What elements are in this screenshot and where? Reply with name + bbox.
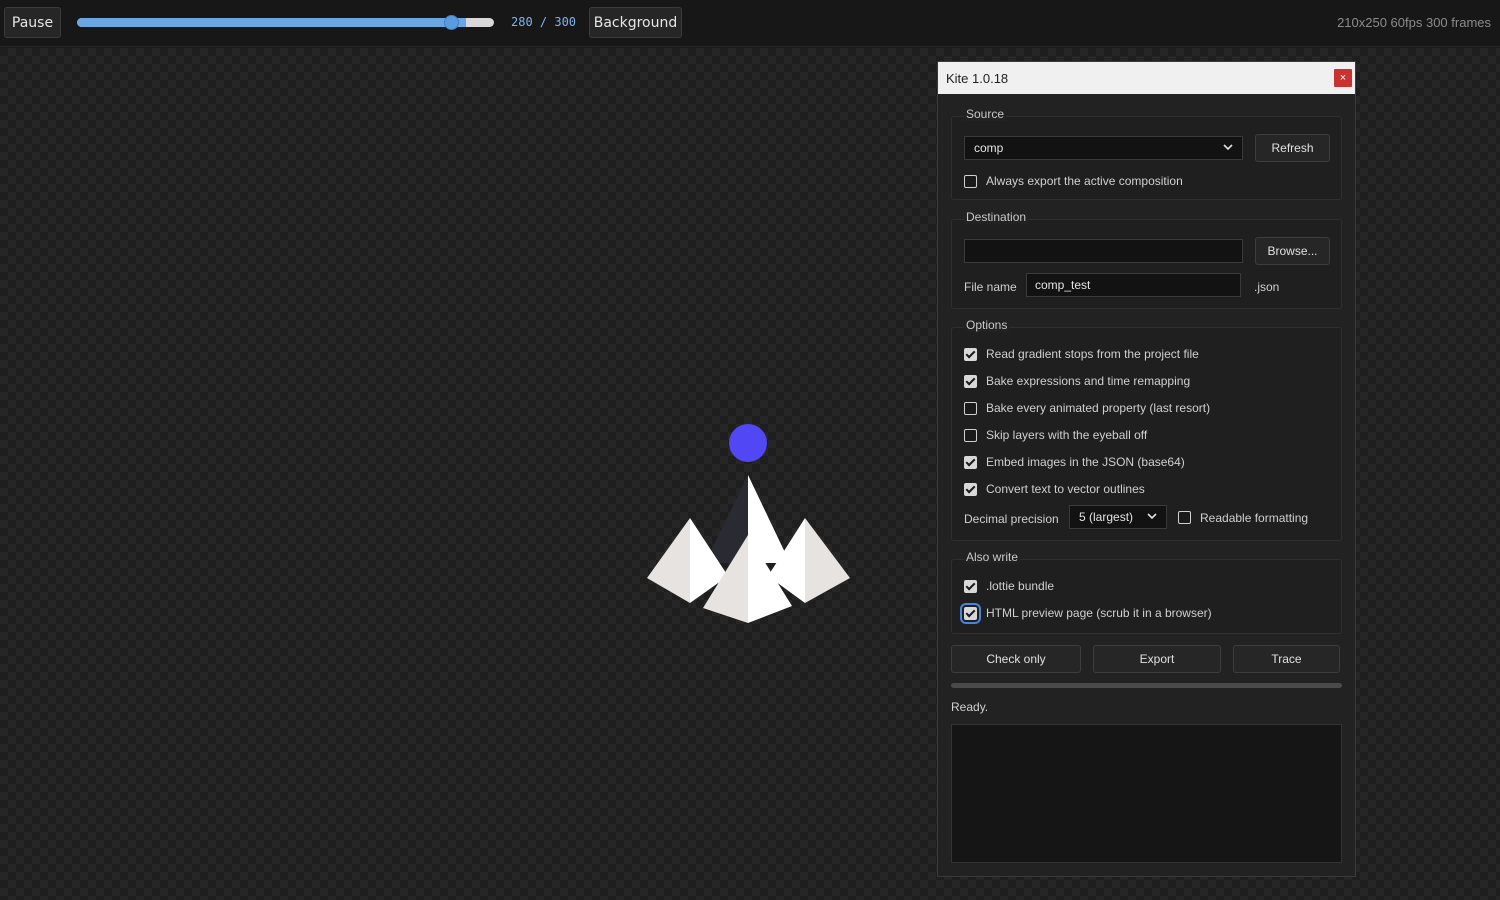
export-progress-bar: [951, 683, 1342, 688]
timeline-scrubber[interactable]: [77, 18, 494, 27]
source-group-label: Source: [964, 107, 1007, 121]
filename-extension: .json: [1254, 280, 1280, 294]
chevron-down-icon: [1147, 513, 1157, 520]
precision-select[interactable]: 5 (largest): [1069, 505, 1167, 529]
readable-formatting-checkbox[interactable]: [1178, 511, 1191, 524]
background-button[interactable]: Background: [589, 7, 682, 38]
always-export-checkbox[interactable]: [964, 175, 977, 188]
option-bake-all-checkbox[interactable]: [964, 402, 977, 415]
filename-input[interactable]: comp_test: [1026, 273, 1241, 297]
top-toolbar: Pause 280 / 300 Background 210x250 60fps…: [0, 0, 1500, 47]
animation-artwork: [647, 424, 850, 623]
also-write-group-label: Also write: [964, 550, 1021, 564]
panel-titlebar: Kite 1.0.18 ×: [938, 62, 1355, 94]
always-export-label: Always export the active composition: [986, 174, 1183, 188]
browse-button[interactable]: Browse...: [1255, 237, 1330, 265]
precision-label: Decimal precision: [964, 512, 1059, 526]
source-group: Source comp Refresh Always export the ac…: [951, 107, 1342, 200]
option-bake-all-label: Bake every animated property (last resor…: [986, 401, 1211, 415]
refresh-button[interactable]: Refresh: [1255, 134, 1330, 162]
export-button[interactable]: Export: [1093, 645, 1221, 673]
pause-button[interactable]: Pause: [4, 7, 61, 38]
html-preview-checkbox[interactable]: [960, 603, 981, 624]
option-text-outlines-checkbox[interactable]: [964, 483, 977, 496]
chevron-down-icon: [1223, 144, 1233, 151]
scrubber-handle[interactable]: [444, 15, 460, 30]
options-group: Options Read gradient stops from the pro…: [951, 318, 1342, 541]
destination-group-label: Destination: [964, 210, 1029, 224]
destination-path-input[interactable]: [964, 239, 1243, 263]
option-gradient-label: Read gradient stops from the project fil…: [986, 347, 1199, 361]
close-icon[interactable]: ×: [1334, 69, 1352, 87]
option-skip-hidden-label: Skip layers with the eyeball off: [986, 428, 1148, 442]
check-only-button[interactable]: Check only: [951, 645, 1081, 673]
log-output[interactable]: [951, 724, 1342, 863]
status-text: Ready.: [951, 700, 989, 714]
option-text-outlines-label: Convert text to vector outlines: [986, 482, 1145, 496]
also-write-group: Also write .lottie bundle HTML preview p…: [951, 550, 1342, 634]
frame-readout: 280 / 300: [511, 15, 577, 29]
export-panel: Kite 1.0.18 × Source comp Refresh Always…: [937, 61, 1356, 877]
option-embed-images-checkbox[interactable]: [964, 456, 977, 469]
scrubber-fill: [77, 18, 467, 27]
animation-info: 210x250 60fps 300 frames: [1337, 15, 1491, 30]
lottie-bundle-checkbox[interactable]: [964, 580, 977, 593]
option-bake-expressions-checkbox[interactable]: [964, 375, 977, 388]
lottie-bundle-label: .lottie bundle: [986, 579, 1055, 593]
option-embed-images-label: Embed images in the JSON (base64): [986, 455, 1185, 469]
readable-formatting-label: Readable formatting: [1200, 511, 1309, 525]
precision-value: 5 (largest): [1079, 510, 1134, 524]
trace-button[interactable]: Trace: [1233, 645, 1340, 673]
blue-ball: [729, 424, 767, 462]
options-group-label: Options: [964, 318, 1010, 332]
source-selected-value: comp: [974, 141, 1004, 155]
source-select[interactable]: comp: [964, 136, 1243, 160]
option-skip-hidden-checkbox[interactable]: [964, 429, 977, 442]
option-bake-expressions-label: Bake expressions and time remapping: [986, 374, 1191, 388]
option-gradient-checkbox[interactable]: [964, 348, 977, 361]
html-preview-label: HTML preview page (scrub it in a browser…: [986, 606, 1212, 620]
destination-group: Destination Browse... File name comp_tes…: [951, 210, 1342, 309]
right-peak-light: [805, 518, 850, 603]
left-peak-light: [647, 518, 690, 603]
filename-label: File name: [964, 280, 1017, 294]
filename-value: comp_test: [1035, 278, 1091, 292]
panel-title: Kite 1.0.18: [946, 70, 1009, 86]
